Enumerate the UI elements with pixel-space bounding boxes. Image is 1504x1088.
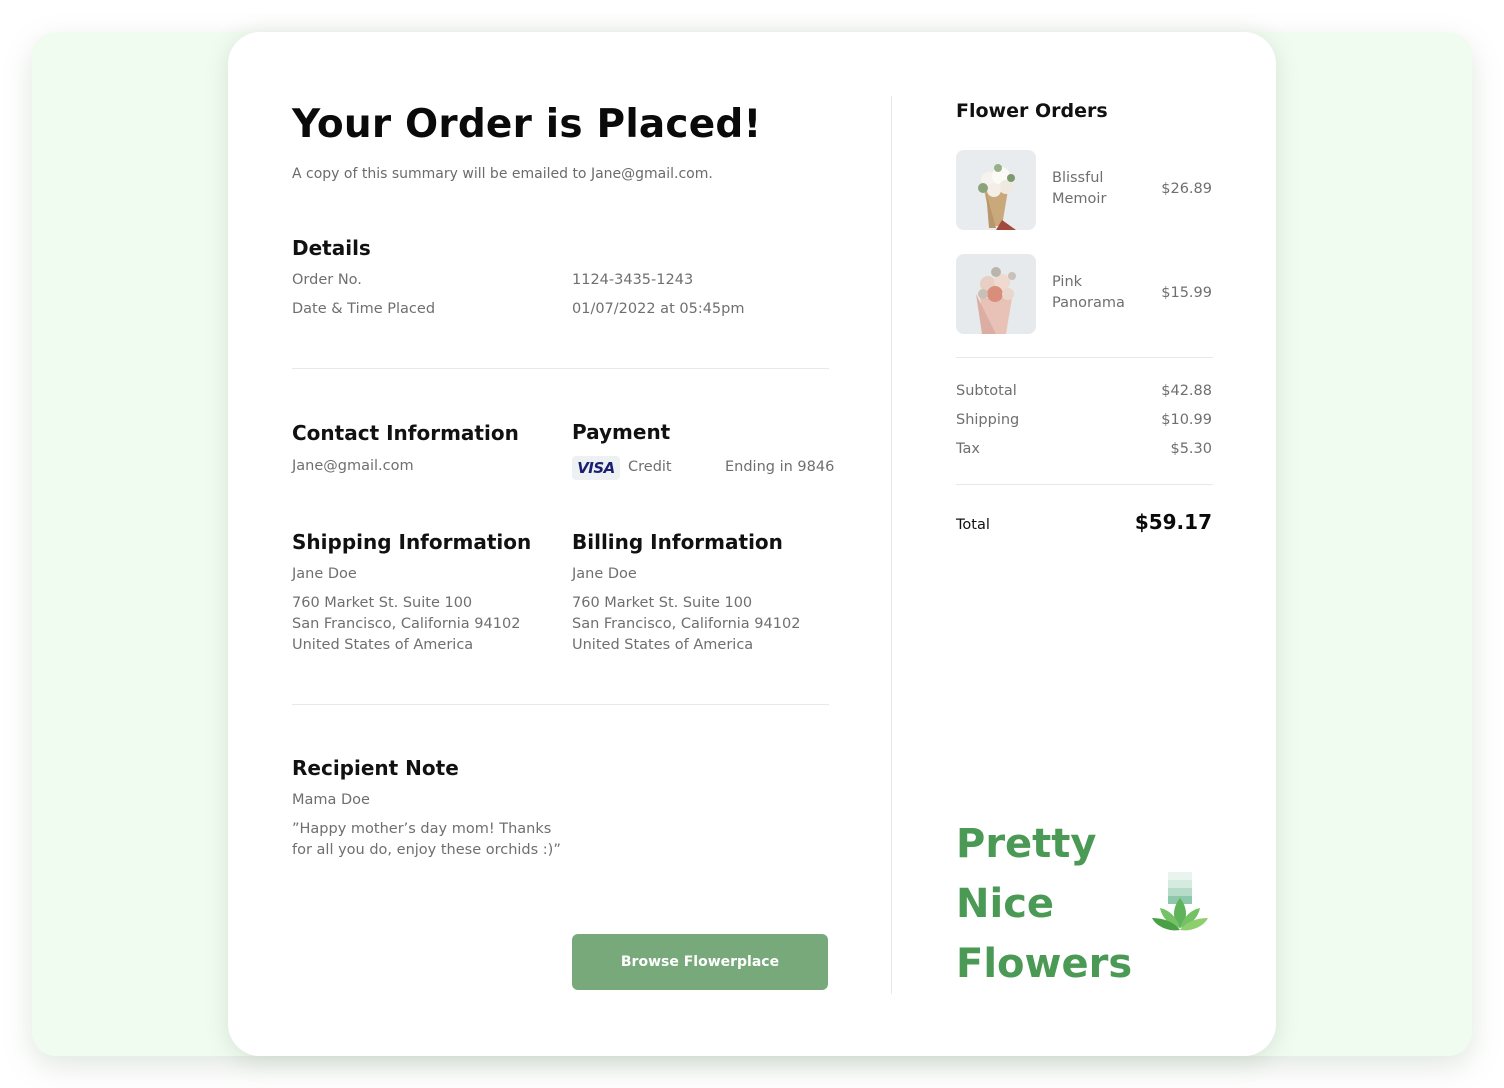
note-message-line1: ”Happy mother’s day mom! Thanks bbox=[292, 821, 552, 837]
billing-address-line2: San Francisco, California 94102 bbox=[572, 616, 801, 632]
shipping-cost-label: Shipping bbox=[956, 412, 1020, 428]
order-item-image bbox=[956, 150, 1036, 230]
order-item-image bbox=[956, 254, 1036, 334]
brand-line: Flowers bbox=[956, 941, 1133, 987]
order-item-price: $15.99 bbox=[1161, 285, 1212, 301]
order-item-name-line2: Memoir bbox=[1052, 191, 1107, 207]
visa-card-icon: VISA bbox=[572, 456, 620, 480]
order-item-name-line2: Panorama bbox=[1052, 295, 1125, 311]
section-divider bbox=[292, 368, 829, 369]
billing-address-line3: United States of America bbox=[572, 637, 754, 653]
flower-orders-heading: Flower Orders bbox=[956, 100, 1108, 122]
recipient-name: Mama Doe bbox=[292, 792, 370, 808]
shipping-address-line2: San Francisco, California 94102 bbox=[292, 616, 521, 632]
contact-email: Jane@gmail.com bbox=[292, 458, 414, 474]
billing-name: Jane Doe bbox=[572, 566, 637, 582]
page-title: Your Order is Placed! bbox=[292, 102, 762, 147]
note-message-line2: for all you do, enjoy these orchids :)” bbox=[292, 842, 561, 858]
shipping-address-line3: United States of America bbox=[292, 637, 474, 653]
contact-heading: Contact Information bbox=[292, 421, 519, 445]
summary-divider bbox=[956, 484, 1213, 485]
details-heading: Details bbox=[292, 236, 371, 260]
order-item-name-line1: Pink bbox=[1052, 274, 1083, 290]
date-placed-label: Date & Time Placed bbox=[292, 301, 436, 317]
tax-label: Tax bbox=[956, 441, 980, 457]
shipping-cost-value: $10.99 bbox=[1161, 412, 1212, 428]
order-item-price: $26.89 bbox=[1161, 181, 1212, 197]
date-placed-value: 01/07/2022 at 05:45pm bbox=[572, 301, 745, 317]
shipping-address-line1: 760 Market St. Suite 100 bbox=[292, 595, 473, 611]
total-value: $59.17 bbox=[1134, 510, 1212, 534]
brand-line: Pretty bbox=[956, 821, 1097, 867]
section-divider bbox=[292, 704, 829, 705]
payment-method: Credit bbox=[628, 459, 672, 475]
order-item-name-line1: Blissful bbox=[1052, 170, 1104, 186]
recipient-note-heading: Recipient Note bbox=[292, 756, 459, 780]
column-divider bbox=[891, 96, 892, 994]
shipping-name: Jane Doe bbox=[292, 566, 357, 582]
card-ending: Ending in 9846 bbox=[725, 459, 835, 475]
subtotal-label: Subtotal bbox=[956, 383, 1017, 399]
lotus-icon bbox=[1150, 870, 1210, 934]
tax-value: $5.30 bbox=[1170, 441, 1212, 457]
order-number-value: 1124-3435-1243 bbox=[572, 272, 694, 288]
billing-address-line1: 760 Market St. Suite 100 bbox=[572, 595, 753, 611]
payment-heading: Payment bbox=[572, 420, 671, 444]
browse-flowerplace-button[interactable]: Browse Flowerplace bbox=[572, 934, 828, 990]
order-number-label: Order No. bbox=[292, 272, 362, 288]
shipping-heading: Shipping Information bbox=[292, 530, 532, 554]
email-notice: A copy of this summary will be emailed t… bbox=[292, 166, 713, 182]
total-label: Total bbox=[956, 517, 990, 533]
brand-wordmark: Pretty Nice Flowers bbox=[956, 814, 1132, 994]
billing-heading: Billing Information bbox=[572, 530, 783, 554]
brand-line: Nice bbox=[956, 881, 1055, 927]
order-summary-card: Your Order is Placed! A copy of this sum… bbox=[228, 32, 1276, 1056]
subtotal-value: $42.88 bbox=[1161, 383, 1212, 399]
summary-divider bbox=[956, 357, 1213, 358]
